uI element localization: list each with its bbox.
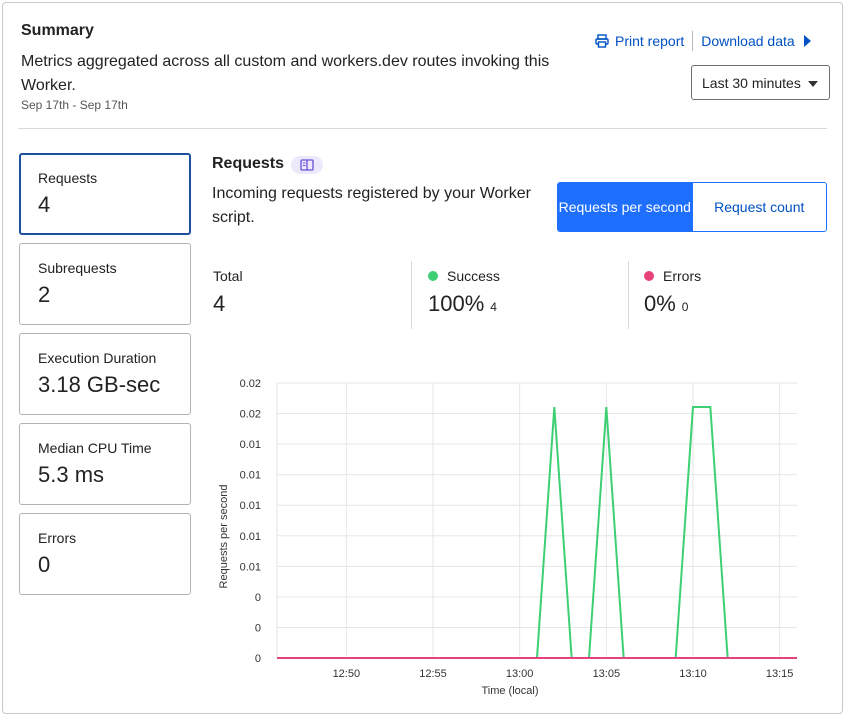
x-tick-label: 13:15	[766, 668, 794, 680]
metric-card-execution-duration[interactable]: Execution Duration 3.18 GB-sec	[19, 333, 191, 415]
printer-icon	[595, 34, 609, 48]
metric-label: Requests	[38, 170, 98, 186]
success-count: 4	[490, 300, 497, 314]
errors-count: 0	[681, 300, 689, 314]
play-triangle-icon	[803, 35, 811, 47]
requests-per-second-button[interactable]: Requests per second	[558, 183, 692, 231]
success-value: 100%	[428, 291, 485, 316]
requests-description: Incoming requests registered by your Wor…	[212, 185, 531, 226]
metric-value: 2	[38, 282, 51, 307]
docs-book-badge[interactable]	[291, 156, 323, 174]
success-dot-icon	[428, 271, 438, 281]
summary-title: Summary	[21, 22, 94, 39]
metric-card-requests[interactable]: Requests 4	[19, 153, 191, 235]
y-tick-label: 0.01	[240, 531, 261, 543]
y-tick-label: 0.02	[240, 409, 261, 421]
metric-value: 3.18 GB-sec	[38, 372, 161, 397]
errors-label: Errors	[663, 268, 702, 284]
x-axis-label: Time (local)	[481, 685, 538, 697]
download-data-link[interactable]: Download data	[701, 33, 811, 49]
series-line-success	[277, 406, 797, 659]
summary-date-range: Sep 17th - Sep 17th	[21, 98, 128, 112]
y-tick-label: 0	[255, 622, 261, 634]
success-stat: 100% 4	[428, 291, 497, 317]
requests-chart: 0 0 0 0.01 0.01 0.01 0.01 0.01 0.02 0.02 12:50 12:5…	[218, 378, 797, 697]
metric-label: Errors	[38, 530, 77, 546]
y-axis-label: Requests per second	[218, 485, 230, 589]
metric-card-subrequests[interactable]: Subrequests 2	[19, 243, 191, 325]
metric-label: Execution Duration	[38, 350, 157, 366]
time-range-value: Last 30 minutes	[702, 74, 801, 91]
x-tick-label: 13:05	[593, 668, 621, 680]
stat-divider	[411, 261, 412, 329]
errors-stat: 0% 0	[644, 291, 688, 317]
time-range-select[interactable]: Last 30 minutes	[691, 65, 830, 100]
x-tick-label: 13:00	[506, 668, 534, 680]
metric-card-median-cpu-time[interactable]: Median CPU Time 5.3 ms	[19, 423, 191, 505]
request-count-button[interactable]: Request count	[691, 183, 826, 231]
errors-legend: Errors	[644, 268, 701, 284]
metric-value: 0	[38, 552, 51, 577]
metric-value: 4	[38, 192, 51, 217]
requests-title: Requests	[212, 155, 285, 172]
section-divider	[18, 128, 827, 129]
total-value: 4	[213, 291, 226, 316]
stat-divider	[628, 261, 629, 329]
y-tick-label: 0.01	[240, 439, 261, 451]
y-tick-label: 0.01	[240, 500, 261, 512]
download-data-label: Download data	[701, 33, 795, 49]
y-tick-label: 0	[255, 592, 261, 604]
chart-mode-toggle: Requests per second Request count	[557, 182, 827, 232]
success-legend: Success	[428, 268, 500, 284]
y-tick-label: 0.01	[240, 561, 261, 573]
book-icon	[300, 159, 314, 171]
metric-label: Median CPU Time	[38, 440, 152, 456]
y-tick-label: 0	[255, 653, 261, 665]
chevron-down-icon	[808, 81, 818, 87]
x-tick-label: 12:55	[419, 668, 447, 680]
summary-description: Metrics aggregated across all custom and…	[21, 53, 550, 94]
y-tick-label: 0.01	[240, 470, 261, 482]
metric-value: 5.3 ms	[38, 462, 105, 487]
error-dot-icon	[644, 271, 654, 281]
success-label: Success	[447, 268, 500, 284]
print-report-link[interactable]: Print report	[595, 33, 684, 49]
metric-label: Subrequests	[38, 260, 117, 276]
y-tick-label: 0.02	[240, 378, 261, 390]
errors-value: 0%	[644, 291, 676, 316]
x-tick-label: 13:10	[679, 668, 707, 680]
print-report-label: Print report	[615, 33, 685, 49]
link-divider	[692, 31, 694, 51]
total-label: Total	[213, 268, 243, 284]
report-actions: Print report Download data	[595, 31, 812, 51]
x-tick-label: 12:50	[333, 668, 361, 680]
metric-card-errors[interactable]: Errors 0	[19, 513, 191, 595]
